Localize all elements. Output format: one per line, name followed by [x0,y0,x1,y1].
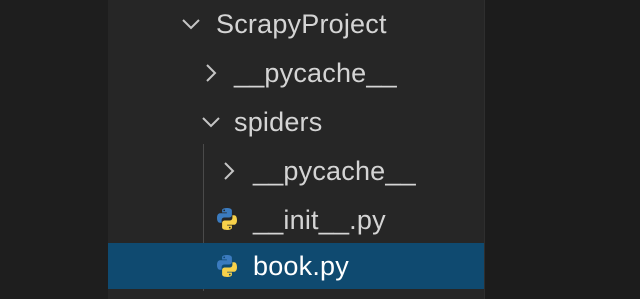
tree-item-scrapyproject[interactable]: ScrapyProject [108,0,484,49]
tree-item-label: __pycache__ [253,156,416,186]
panel-divider [484,0,485,299]
tree-item-label: book.py [253,251,349,281]
tree-item-label: ScrapyProject [216,9,387,39]
tree-item-label: __init__.py [253,205,386,235]
vscode-window: ScrapyProject __pycache__ spiders __pyca… [0,0,640,299]
tree-item-pycache[interactable]: __pycache__ [108,49,484,98]
python-file-icon [214,253,240,279]
chevron-right-icon[interactable] [200,62,222,84]
tree-item-label: spiders [234,107,323,137]
editor-area [484,0,640,299]
tree-item-book-py[interactable]: book.py [108,243,484,289]
chevron-down-icon[interactable] [200,111,222,133]
tree-item-pycache-nested[interactable]: __pycache__ [108,147,484,196]
python-file-icon [214,206,240,232]
tree-item-spiders[interactable]: spiders [108,98,484,147]
activity-area [0,0,108,299]
chevron-down-icon[interactable] [180,13,202,35]
tree-item-init-py[interactable]: __init__.py [108,196,484,245]
chevron-right-icon[interactable] [218,160,240,182]
tree-item-label: __pycache__ [234,58,397,88]
file-explorer: ScrapyProject __pycache__ spiders __pyca… [108,0,484,299]
